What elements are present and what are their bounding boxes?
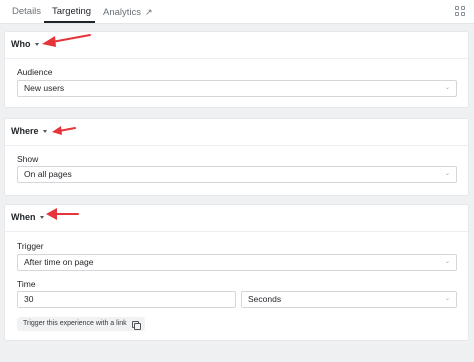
arrow-icon: [46, 208, 79, 220]
arrow-icon: [42, 34, 91, 47]
arrow-icon: [52, 126, 76, 135]
targeting-page: Details Targeting Analytics ↗ Who Audienc…: [0, 0, 474, 362]
annotation-arrows: [42, 34, 91, 220]
